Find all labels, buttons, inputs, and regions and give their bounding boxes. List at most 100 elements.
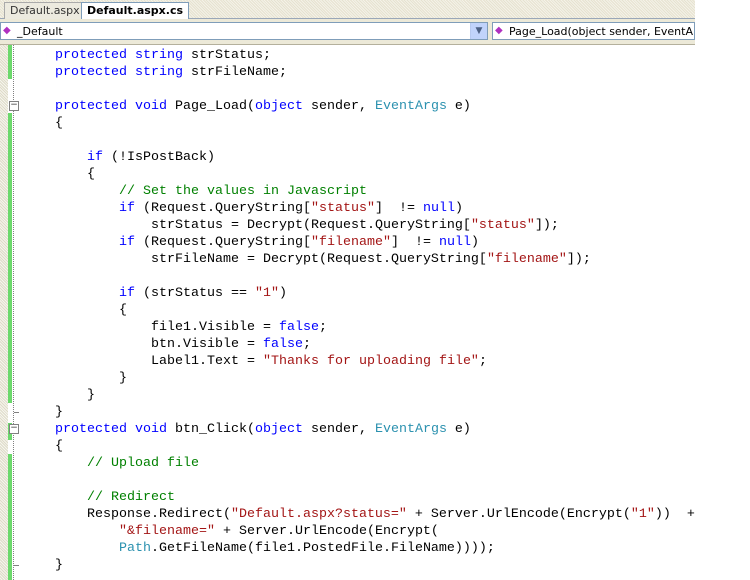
code-token: sender, [302,422,375,437]
chevron-down-icon[interactable]: ▼ [470,23,487,39]
code-token: "status" [310,201,375,216]
code-line: { [23,166,695,183]
code-token: { [55,116,63,131]
code-line: if (strStatus == "1") [23,285,695,302]
code-token: Page_Load( [166,99,255,114]
code-line: protected void btn_Click(object sender, … [23,421,695,438]
collapse-icon[interactable]: − [9,101,19,111]
code-token: ] != [390,235,439,250]
code-token: ) [454,201,463,216]
code-token: ]); [534,218,559,233]
code-line: protected string strStatus; [23,47,695,64]
code-token: sender, [302,99,375,114]
code-line: // Redirect [23,489,695,506]
code-token: object [254,422,303,437]
code-token: EventArgs [374,422,447,437]
code-token: "&filename=" [119,524,215,539]
change-bar [8,45,12,79]
class-dropdown-value: _Default [17,25,63,38]
class-dropdown[interactable]: ◆ _Default ▼ [0,22,488,40]
code-token: (!IsPostBack) [103,150,215,165]
code-token: + Server.UrlEncode(Encrypt( [214,524,439,539]
code-token: // Set the values in Javascript [119,184,367,199]
code-token: file1.Visible = [151,320,279,335]
change-bar [8,113,12,403]
code-token: { [55,439,63,454]
code-token: } [87,388,95,403]
code-token: EventArgs [374,99,447,114]
code-token: ) [278,286,287,301]
code-token: if [87,150,103,165]
change-bar [8,454,12,580]
navigation-bar: ◆ _Default ▼ ◆ Page_Load(object sender, … [0,19,695,45]
outline-end [14,565,19,566]
code-token: (strStatus == [135,286,255,301]
code-token: "filename" [310,235,391,250]
code-token: (Request.QueryString[ [135,235,311,250]
code-token: ; [302,337,311,352]
outline-end [14,412,19,413]
code-token: Response.Redirect( [87,507,231,522]
tab-default-aspx[interactable]: Default.aspx [4,2,86,19]
code-token: strStatus; [190,48,271,63]
code-token: null [438,235,471,250]
code-token: .GetFileName(file1.PostedFile.FileName))… [151,541,495,556]
collapse-icon[interactable]: − [9,424,19,434]
code-token: } [55,558,63,573]
code-line: Label1.Text = "Thanks for uploading file… [23,353,695,370]
code-token: object [254,99,303,114]
code-line: btn.Visible = false; [23,336,695,353]
code-token: strFileName; [190,65,287,80]
code-token: )) + [654,507,695,522]
code-token: protected void [55,422,167,437]
code-token: Label1.Text = [151,354,263,369]
code-line: } [23,370,695,387]
code-line: file1.Visible = false; [23,319,695,336]
code-token: ) [470,235,479,250]
member-dropdown[interactable]: ◆ Page_Load(object sender, EventArgs [492,22,695,40]
code-line: if (Request.QueryString["status"] != nul… [23,200,695,217]
code-token: "status" [470,218,535,233]
code-token: } [55,405,63,420]
code-token: Path [119,541,151,556]
code-token: strStatus = Decrypt(Request.QueryString[ [151,218,471,233]
code-token: false [262,337,303,352]
code-token: btn_Click( [166,422,255,437]
code-token: ] != [374,201,423,216]
code-token: { [87,167,95,182]
code-token: strFileName = Decrypt(Request.QueryStrin… [151,252,487,267]
code-editor[interactable]: protected string strStatus; protected str… [23,47,695,574]
selection-margin [0,45,8,580]
code-token: + Server.UrlEncode(Encrypt( [406,507,631,522]
code-token: "filename" [486,252,567,267]
document-tabs: Default.aspx Default.aspx.cs [0,0,695,20]
code-token: protected string [55,48,183,63]
code-token: ]); [566,252,591,267]
code-line: // Upload file [23,455,695,472]
code-token: if [119,286,135,301]
code-token: "1" [254,286,279,301]
code-token: ; [318,320,327,335]
code-line: { [23,302,695,319]
code-token: (Request.QueryString[ [135,201,311,216]
code-line: } [23,387,695,404]
code-line: if (!IsPostBack) [23,149,695,166]
code-token: false [278,320,319,335]
code-line: } [23,404,695,421]
code-line: Response.Redirect("Default.aspx?status="… [23,506,695,523]
code-line: { [23,115,695,132]
code-token: protected string [55,65,183,80]
code-token: protected void [55,99,167,114]
outline-line [13,45,14,580]
code-token: "Default.aspx?status=" [230,507,407,522]
code-token: if [119,235,135,250]
tab-default-aspx-cs[interactable]: Default.aspx.cs [81,2,190,20]
code-token: btn.Visible = [151,337,263,352]
code-token: // Redirect [87,490,175,505]
code-line: strFileName = Decrypt(Request.QueryStrin… [23,251,695,268]
code-token: { [119,303,127,318]
code-line: if (Request.QueryString["filename"] != n… [23,234,695,251]
